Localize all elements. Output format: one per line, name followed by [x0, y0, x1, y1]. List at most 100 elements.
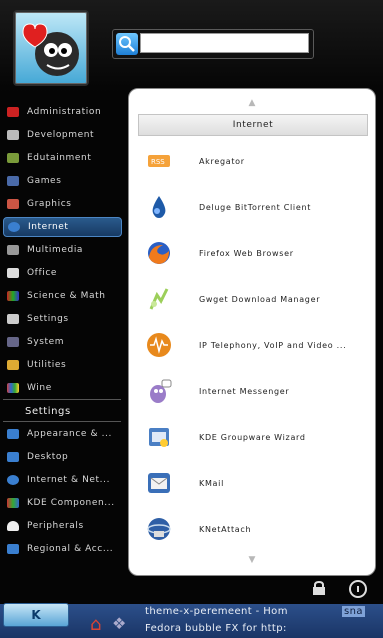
app-label: Deluge BitTorrent Client	[199, 202, 312, 212]
scroll-up-button[interactable]: ▲	[129, 98, 375, 108]
office-icon	[7, 268, 19, 278]
regional-icon	[7, 544, 19, 554]
category-utilities[interactable]: Utilities	[3, 355, 122, 375]
wine-icon	[7, 383, 19, 393]
category-label: Development	[27, 130, 95, 140]
task-button-1[interactable]: theme-x-peremeent - Hom	[145, 606, 288, 617]
settings-section-header: Settings	[3, 401, 122, 421]
category-games[interactable]: Games	[3, 171, 122, 191]
scroll-down-button[interactable]: ▼	[129, 555, 375, 565]
task-label: sna	[344, 606, 363, 617]
task-label: theme-x-peremeent - Hom	[145, 606, 288, 617]
task-button-3[interactable]: sna	[342, 606, 365, 617]
app-internet-messenger[interactable]: Internet Messenger	[145, 371, 375, 411]
application-launcher-menu: Administration Development Edutainment G…	[0, 0, 383, 604]
settings-item-peripherals[interactable]: Peripherals	[3, 516, 122, 536]
power-icon	[357, 586, 359, 592]
category-label: Graphics	[27, 199, 72, 209]
settings-icon	[7, 314, 19, 324]
section-title: Settings	[25, 405, 71, 417]
category-label: System	[27, 337, 65, 347]
category-wine[interactable]: Wine	[3, 378, 122, 398]
settings-item-internet-network[interactable]: Internet & Net...	[3, 470, 122, 490]
task-label: Fedora bubble FX for http:	[145, 623, 287, 634]
category-edutainment[interactable]: Edutainment	[3, 148, 122, 168]
games-icon	[7, 176, 19, 186]
svg-text:RSS: RSS	[151, 158, 165, 166]
divider	[3, 399, 121, 400]
development-icon	[7, 130, 19, 140]
app-akregator[interactable]: RSS Akregator	[145, 141, 375, 181]
deluge-icon	[145, 193, 173, 221]
category-development[interactable]: Development	[3, 125, 122, 145]
category-label: Administration	[27, 107, 102, 117]
administration-icon	[7, 107, 19, 117]
category-label: Desktop	[27, 452, 69, 462]
app-label: Internet Messenger	[199, 386, 290, 396]
home-icon[interactable]: ⌂	[90, 614, 102, 635]
search-icon[interactable]	[116, 33, 138, 55]
peripherals-icon	[7, 521, 19, 531]
messenger-icon	[145, 377, 173, 405]
category-label: Utilities	[27, 360, 67, 370]
category-label: Office	[27, 268, 58, 278]
app-label: KMail	[199, 478, 224, 488]
app-gwget[interactable]: Gwget Download Manager	[145, 279, 375, 319]
category-science-math[interactable]: Science & Math	[3, 286, 122, 306]
task-button-2[interactable]: Fedora bubble FX for http:	[145, 623, 287, 634]
kde-components-icon	[7, 498, 19, 508]
desktop-icon	[7, 452, 19, 462]
category-office[interactable]: Office	[3, 263, 122, 283]
app-label: Firefox Web Browser	[199, 248, 294, 258]
category-label: Multimedia	[27, 245, 84, 255]
utilities-icon	[7, 360, 19, 370]
category-label: Regional & Acc...	[27, 544, 114, 554]
settings-item-regional[interactable]: Regional & Acc...	[3, 539, 122, 559]
category-multimedia[interactable]: Multimedia	[3, 240, 122, 260]
lock-screen-button[interactable]	[311, 580, 327, 595]
gwget-icon	[145, 285, 173, 313]
avatar-icon	[22, 23, 79, 76]
category-label: KDE Componen...	[27, 498, 115, 508]
category-label: Settings	[27, 314, 69, 324]
telephony-icon	[145, 331, 173, 359]
science-icon	[7, 291, 19, 301]
category-administration[interactable]: Administration	[3, 102, 122, 122]
knetattach-icon	[145, 515, 173, 543]
app-kde-groupware-wizard[interactable]: KDE Groupware Wizard	[145, 417, 375, 457]
system-icon	[7, 337, 19, 347]
kmenu-button[interactable]: K	[3, 603, 69, 627]
category-label: Internet	[28, 222, 69, 232]
app-kmail[interactable]: KMail	[145, 463, 375, 503]
category-graphics[interactable]: Graphics	[3, 194, 122, 214]
app-label: IP Telephony, VoIP and Video ...	[199, 340, 347, 350]
groupware-icon	[145, 423, 173, 451]
app-deluge[interactable]: Deluge BitTorrent Client	[145, 187, 375, 227]
divider	[3, 421, 121, 422]
category-settings[interactable]: Settings	[3, 309, 122, 329]
internet-icon	[8, 222, 20, 232]
category-internet[interactable]: Internet	[3, 217, 122, 237]
applications-panel: ▲ Internet RSS Akregator Deluge BitTorre…	[128, 88, 376, 576]
category-label: Appearance & ...	[27, 429, 112, 439]
app-ip-telephony[interactable]: IP Telephony, VoIP and Video ...	[145, 325, 375, 365]
user-avatar[interactable]	[13, 10, 89, 86]
akregator-icon: RSS	[145, 147, 173, 175]
search-box	[112, 29, 314, 59]
settings-item-appearance[interactable]: Appearance & ...	[3, 424, 122, 444]
category-label: Peripherals	[27, 521, 84, 531]
category-label: Edutainment	[27, 153, 92, 163]
settings-item-desktop[interactable]: Desktop	[3, 447, 122, 467]
firefox-icon	[145, 239, 173, 267]
kmail-icon	[145, 469, 173, 497]
app-firefox[interactable]: Firefox Web Browser	[145, 233, 375, 273]
graphics-icon	[7, 199, 19, 209]
category-label: Internet & Net...	[27, 475, 111, 485]
search-input[interactable]	[140, 33, 309, 53]
category-system[interactable]: System	[3, 332, 122, 352]
settings-item-kde-components[interactable]: KDE Componen...	[3, 493, 122, 513]
games-launcher-icon[interactable]: ❖	[112, 614, 127, 633]
power-button[interactable]	[349, 580, 367, 598]
app-knetattach[interactable]: KNetAttach	[145, 509, 375, 549]
category-label: Wine	[27, 383, 52, 393]
